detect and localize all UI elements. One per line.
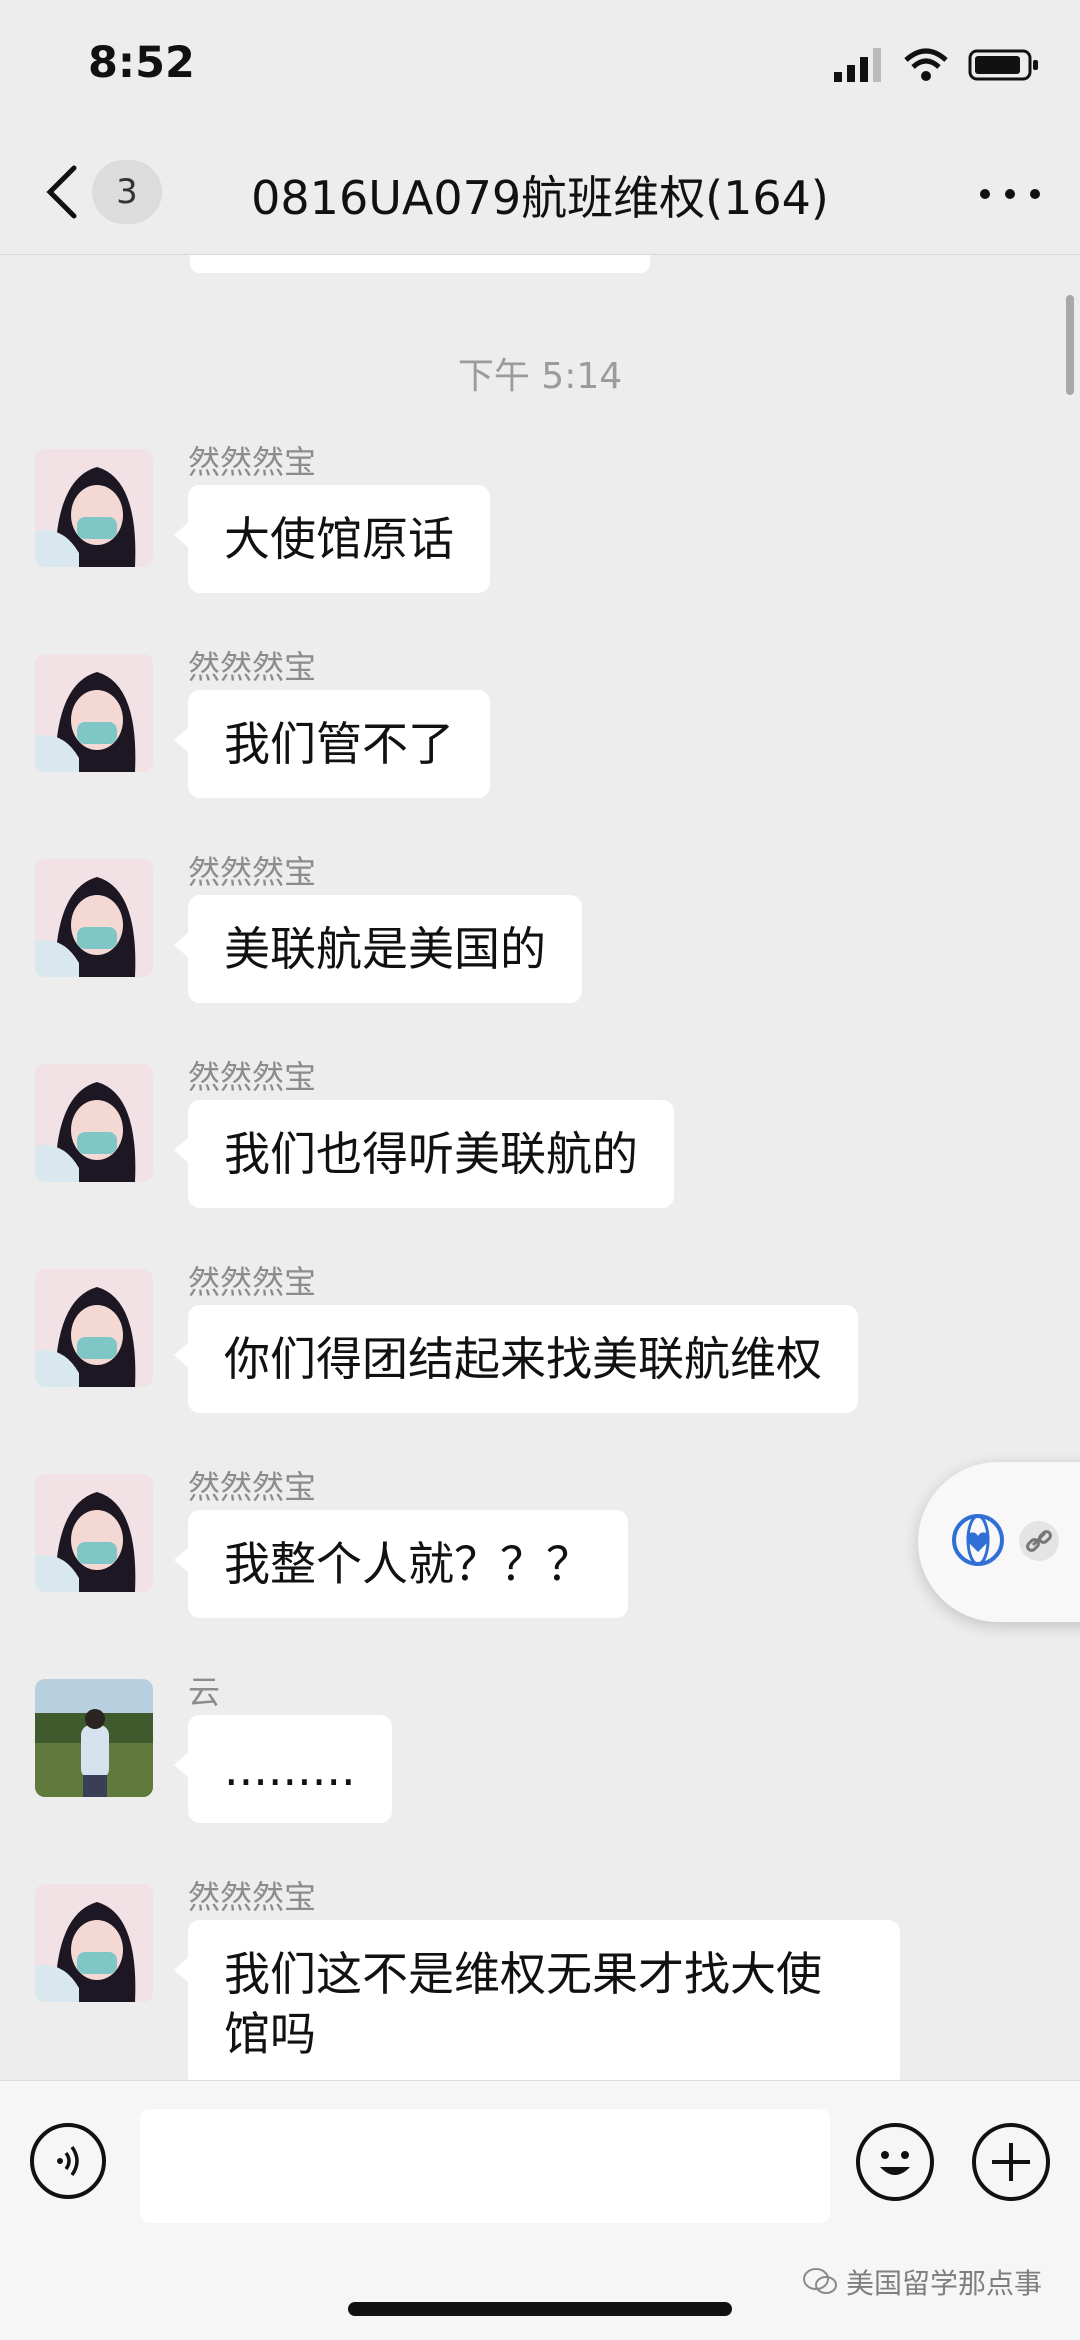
unread-count-badge[interactable]: 3 xyxy=(92,160,162,224)
message-input[interactable] xyxy=(140,2109,830,2223)
message-bubble[interactable]: 我们管不了 xyxy=(174,690,490,798)
message-bubble[interactable]: 你们得团结起来找美联航维权 xyxy=(174,1305,858,1413)
globe-heart-icon[interactable] xyxy=(950,1512,1006,1568)
home-indicator[interactable] xyxy=(348,2302,732,2316)
chevron-left-icon[interactable] xyxy=(38,160,88,224)
avatar[interactable] xyxy=(35,449,153,567)
avatar[interactable] xyxy=(35,1064,153,1182)
status-icons xyxy=(834,48,1040,82)
more-dots-icon[interactable] xyxy=(980,174,1040,214)
avatar[interactable] xyxy=(35,1474,153,1592)
wechat-icon xyxy=(802,2268,837,2294)
floating-widget[interactable] xyxy=(918,1462,1080,1622)
message-list[interactable]: 下午 5:14 然然然宝 大使馆原话 然然然宝 我们管不了 然然然宝 美联航是美… xyxy=(0,255,1080,2080)
sender-name: 然然然宝 xyxy=(188,1058,317,1096)
message-bubble[interactable]: 我们这不是维权无果才找大使馆吗 xyxy=(174,1920,900,2080)
previous-message-bubble xyxy=(190,255,650,273)
avatar[interactable] xyxy=(35,1269,153,1387)
avatar[interactable] xyxy=(35,1679,153,1797)
sender-name: 然然然宝 xyxy=(188,1878,317,1916)
message-bubble[interactable]: 我整个人就？？？ xyxy=(174,1510,628,1618)
sender-name: 然然然宝 xyxy=(188,1468,317,1506)
sender-name: 然然然宝 xyxy=(188,1263,317,1301)
battery-icon xyxy=(968,49,1038,81)
avatar[interactable] xyxy=(35,654,153,772)
signal-icon xyxy=(834,48,881,82)
watermark: 美国留学那点事 xyxy=(802,2262,1042,2302)
message-bubble[interactable]: ......... xyxy=(174,1715,392,1823)
watermark-text: 美国留学那点事 xyxy=(845,2267,1042,2300)
sender-name: 云 xyxy=(188,1673,221,1711)
message-bubble[interactable]: 我们也得听美联航的 xyxy=(174,1100,674,1208)
sender-name: 然然然宝 xyxy=(188,853,317,891)
plus-icon[interactable] xyxy=(972,2123,1050,2201)
status-time: 8:52 xyxy=(88,38,195,88)
wifi-icon xyxy=(904,48,948,81)
sender-name: 然然然宝 xyxy=(188,443,317,481)
status-bar: 8:52 xyxy=(0,0,1080,130)
avatar[interactable] xyxy=(35,1884,153,2002)
emoji-icon[interactable] xyxy=(856,2123,934,2201)
avatar[interactable] xyxy=(35,859,153,977)
link-icon[interactable] xyxy=(1018,1520,1060,1562)
chat-title: 0816UA079航班维权(164) xyxy=(251,171,829,225)
message-bubble[interactable]: 美联航是美国的 xyxy=(174,895,582,1003)
message-timestamp: 下午 5:14 xyxy=(457,356,623,397)
sender-name: 然然然宝 xyxy=(188,648,317,686)
message-bubble[interactable]: 大使馆原话 xyxy=(174,485,490,593)
voice-icon[interactable] xyxy=(30,2123,106,2199)
